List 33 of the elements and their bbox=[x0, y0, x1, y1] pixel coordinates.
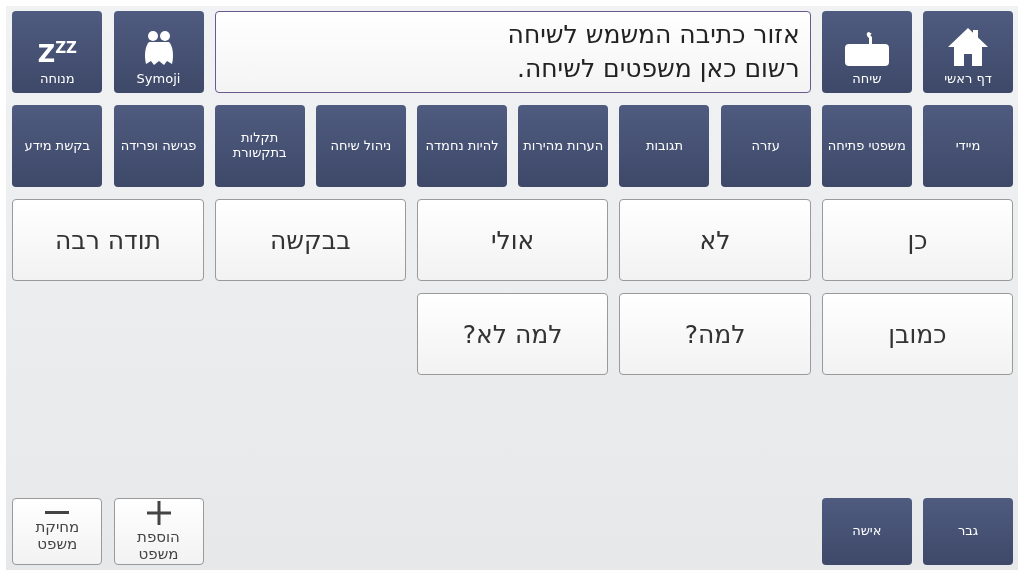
category-button[interactable]: להיות נחמדה bbox=[417, 105, 508, 187]
keyboard-icon bbox=[844, 32, 889, 67]
phrase-button[interactable]: כן bbox=[821, 199, 1013, 281]
conversation-button[interactable]: שיחה bbox=[821, 11, 912, 93]
symoji-button[interactable]: Symoji bbox=[113, 11, 204, 93]
category-button[interactable]: עזרה bbox=[720, 105, 811, 187]
phrase-button[interactable]: לא bbox=[619, 199, 811, 281]
category-button[interactable]: בקשת מידע bbox=[12, 105, 103, 187]
delete-sentence-button[interactable]: מחיקת משפט bbox=[12, 498, 103, 565]
house-icon bbox=[948, 28, 988, 67]
category-button[interactable]: הערות מהירות bbox=[518, 105, 609, 187]
phrase-button[interactable]: אולי bbox=[417, 199, 609, 281]
add-sentence-button[interactable]: הוספת משפט bbox=[113, 498, 204, 565]
gender-button[interactable]: אישה bbox=[821, 498, 912, 565]
phrase-button[interactable]: תודה רבה bbox=[12, 199, 204, 281]
category-button[interactable]: תגובות bbox=[619, 105, 710, 187]
writing-area[interactable]: אזור כתיבה המשמש לשיחה רשום כאן משפטים לשיחה. bbox=[214, 11, 811, 93]
minus-icon bbox=[45, 511, 70, 515]
category-button[interactable]: מיידי bbox=[923, 105, 1013, 187]
category-button[interactable]: תקלות בתקשורת bbox=[214, 105, 305, 187]
text-line: אזור כתיבה המשמש לשיחה bbox=[506, 19, 800, 52]
category-button[interactable]: משפטי פתיחה bbox=[821, 105, 912, 187]
creature-icon bbox=[143, 30, 174, 67]
text-line: רשום כאן משפטים לשיחה. bbox=[516, 53, 800, 85]
phrase-button[interactable]: כמובן bbox=[821, 293, 1013, 375]
plus-icon bbox=[146, 501, 171, 525]
category-button[interactable]: ניהול שיחה bbox=[315, 105, 406, 187]
phrase-button[interactable]: בבקשה bbox=[214, 199, 406, 281]
home-button[interactable]: דף ראשי bbox=[923, 11, 1013, 93]
phrase-button[interactable]: למה? bbox=[619, 293, 811, 375]
gender-button[interactable]: גבר bbox=[923, 498, 1013, 565]
phrase-button[interactable]: למה לא? bbox=[417, 293, 609, 375]
category-button[interactable]: פגישה ופרידה bbox=[113, 105, 204, 187]
